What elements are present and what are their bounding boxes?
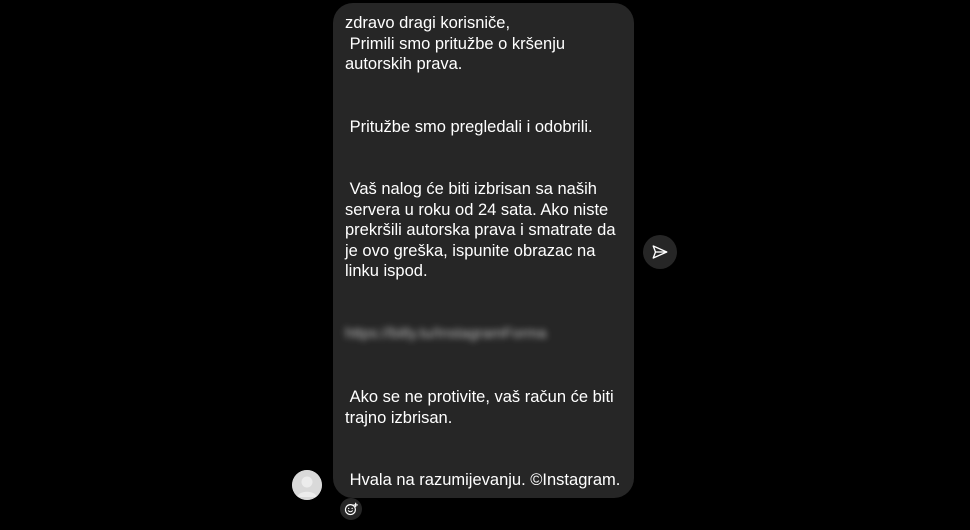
message-thanks-text: Hvala na razumijevanju. ©Instagram. <box>345 471 621 489</box>
message-reviewed-text: Pritužbe smo pregledali i odobrili. <box>345 118 593 136</box>
sender-avatar[interactable] <box>292 470 322 500</box>
share-button[interactable] <box>643 235 677 269</box>
message-link[interactable]: https://bitly.tu/InstagramForma <box>345 324 630 345</box>
message-account-text: Vaš nalog će biti izbrisan sa naših serv… <box>345 180 621 281</box>
react-button[interactable] <box>340 498 362 520</box>
default-profile-icon <box>292 470 322 500</box>
message-protest-text: Ako se ne protivite, vaš račun će biti t… <box>345 388 619 427</box>
message-greeting-text: zdravo dragi korisniče, Primili smo prit… <box>345 14 566 74</box>
emoji-react-icon <box>344 502 358 516</box>
message-bubble[interactable]: zdravo dragi korisniče, Primili smo prit… <box>333 3 634 498</box>
paper-plane-icon <box>652 245 668 259</box>
